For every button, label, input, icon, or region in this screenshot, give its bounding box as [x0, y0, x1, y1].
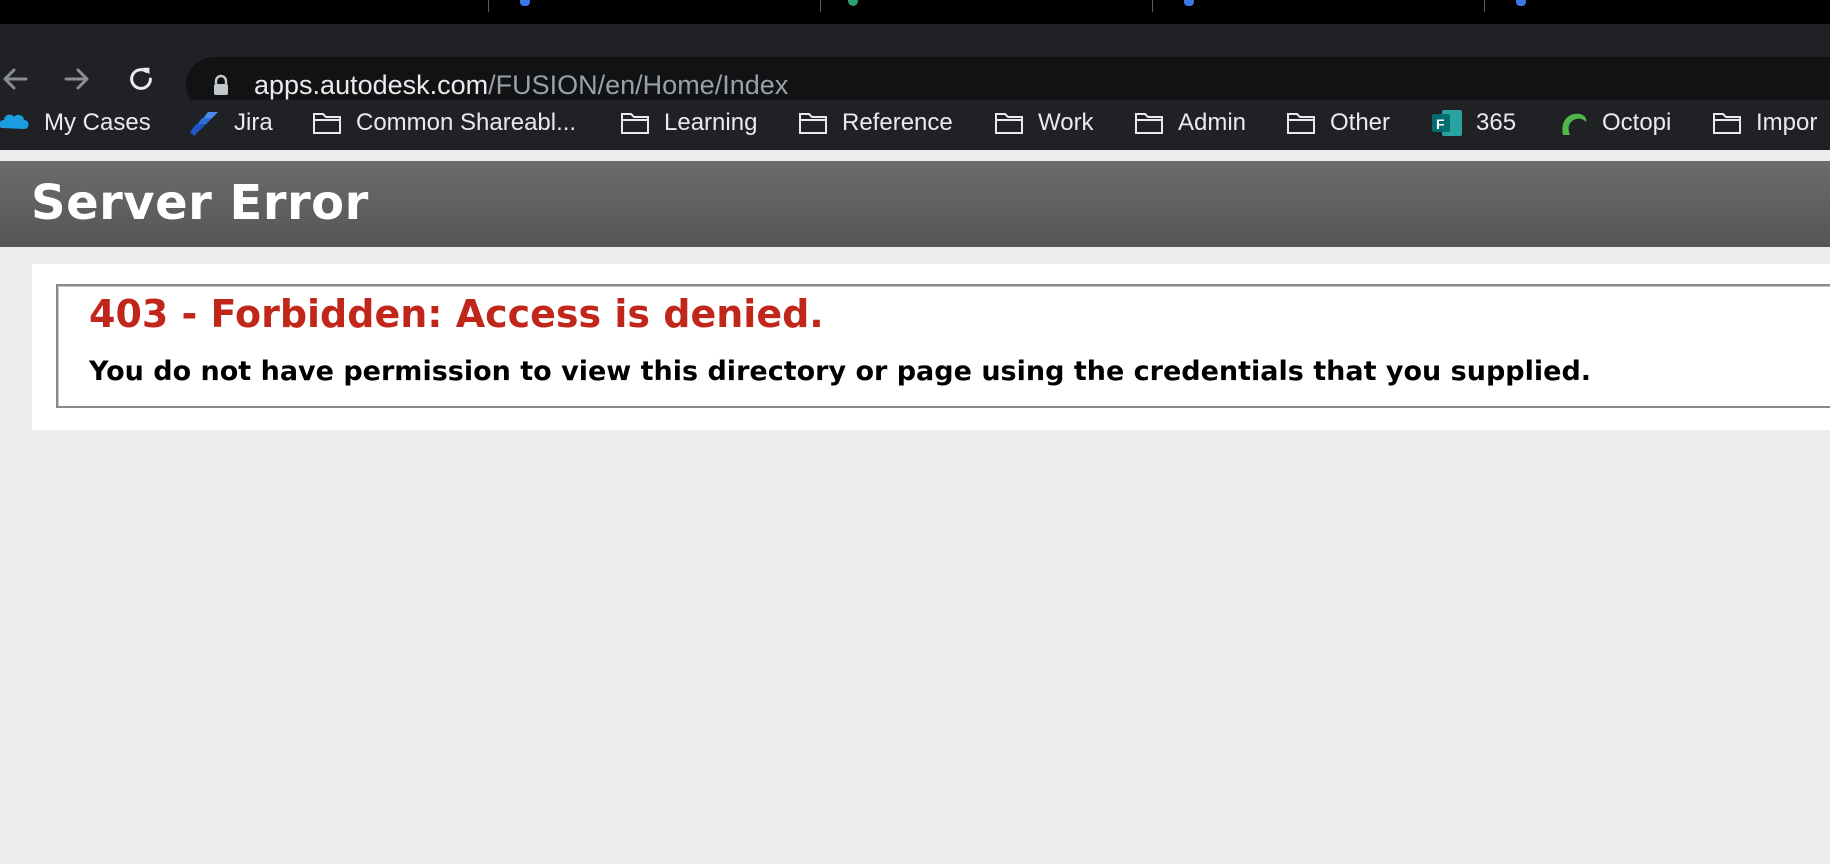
bookmark-label: 365 — [1476, 109, 1517, 136]
bookmark-label: Jira — [234, 109, 273, 136]
microsoft-forms-icon: F — [1432, 110, 1462, 136]
back-button[interactable] — [0, 64, 30, 94]
folder-icon — [313, 113, 341, 134]
folder-icon — [1135, 113, 1163, 134]
jira-icon — [190, 112, 218, 136]
bookmark-label: Reference — [842, 109, 953, 136]
bookmark-other[interactable]: Other — [1286, 108, 1390, 138]
bookmark-impor[interactable]: Impor — [1712, 108, 1817, 138]
bookmark-admin[interactable]: Admin — [1134, 108, 1246, 138]
tab-separator — [1152, 0, 1153, 12]
lock-icon[interactable] — [210, 74, 232, 96]
forward-button[interactable] — [62, 64, 92, 94]
folder-icon — [799, 113, 827, 134]
tab-separator — [1484, 0, 1485, 12]
arrow-left-icon — [3, 68, 28, 90]
address-path: /FUSION/en/Home/Index — [488, 70, 789, 100]
arrow-right-icon — [64, 68, 89, 90]
folder-icon — [995, 113, 1023, 134]
bookmark-label: Learning — [664, 109, 758, 136]
bookmark-common-shareable[interactable]: Common Shareabl... — [312, 108, 576, 138]
svg-text:F: F — [1436, 116, 1445, 132]
folder-icon — [621, 113, 649, 134]
folder-icon — [1713, 113, 1741, 134]
salesforce-cloud-icon — [0, 114, 29, 129]
tab-separator — [820, 0, 821, 12]
bookmark-label: Other — [1330, 109, 1391, 136]
folder-icon — [1287, 113, 1315, 134]
octopi-icon — [1562, 113, 1587, 135]
bookmark-work[interactable]: Work — [994, 108, 1094, 138]
error-message: You do not have permission to view this … — [89, 356, 1592, 387]
bookmark-label: My Cases — [44, 109, 151, 136]
bookmark-learning[interactable]: Learning — [620, 108, 757, 138]
bookmark-my-cases[interactable]: My Cases — [0, 108, 151, 138]
address-url[interactable]: apps.autodesk.com/FUSION/en/Home/Index — [254, 69, 788, 101]
bookmark-jira[interactable]: Jira — [190, 108, 273, 138]
bookmark-365[interactable]: F 365 — [1432, 108, 1516, 138]
bookmarks-bar: My Cases Jira Common Shareabl... Learnin… — [0, 100, 1830, 150]
tab-strip[interactable] — [0, 0, 1830, 24]
tab-favicon-icon[interactable] — [848, 0, 858, 6]
reload-icon — [130, 67, 152, 90]
address-host: apps.autodesk.com — [254, 70, 489, 100]
bookmark-octopi[interactable]: Octopi — [1558, 108, 1671, 138]
bookmark-label: Admin — [1178, 109, 1247, 136]
error-box: 403 - Forbidden: Access is denied. You d… — [56, 284, 1830, 408]
page-header: Server Error — [0, 161, 1830, 247]
bookmark-label: Impor — [1756, 109, 1818, 136]
tab-favicon-icon[interactable] — [1516, 0, 1526, 6]
tab-favicon-icon[interactable] — [1184, 0, 1194, 6]
bookmark-label: Common Shareabl... — [356, 109, 577, 136]
reload-button[interactable] — [126, 64, 156, 94]
content-area: 403 - Forbidden: Access is denied. You d… — [32, 264, 1830, 430]
bookmark-reference[interactable]: Reference — [798, 108, 953, 138]
tab-favicon-icon[interactable] — [520, 0, 530, 6]
bookmark-label: Work — [1038, 109, 1094, 136]
error-title: 403 - Forbidden: Access is denied. — [89, 292, 824, 336]
tab-separator — [488, 0, 489, 12]
page-title: Server Error — [31, 175, 369, 231]
bookmark-label: Octopi — [1602, 109, 1672, 136]
